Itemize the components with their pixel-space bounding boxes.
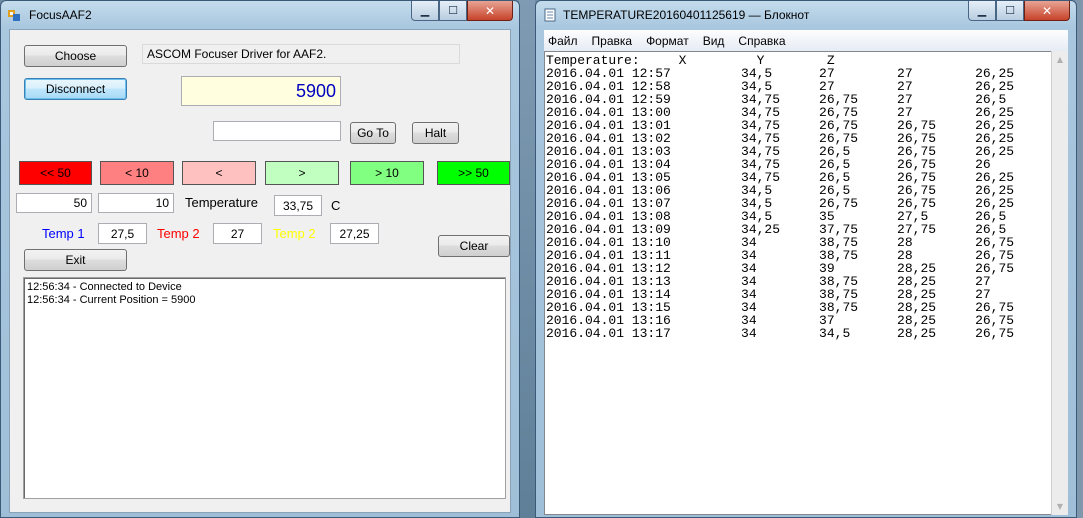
minimize-button[interactable]: ▁ — [968, 1, 996, 21]
focus-aaf2-window: FocusAAF2 ▁ ☐ ✕ Choose ASCOM Focuser Dri… — [0, 0, 520, 518]
goto-button[interactable]: Go To — [350, 122, 396, 144]
temperature-unit: C — [331, 198, 341, 213]
goto-input[interactable] — [213, 121, 341, 141]
temp1-value: 27,5 — [98, 223, 147, 244]
maximize-icon: ☐ — [1005, 4, 1015, 17]
temperature-label: Temperature — [185, 195, 258, 210]
text-content: Temperature: X Y Z 2016.04.01 12:57 34,5 … — [546, 54, 1014, 340]
log-textbox[interactable]: 12:56:34 - Connected to Device 12:56:34 … — [23, 277, 506, 499]
step-big-input[interactable]: 50 — [16, 193, 92, 213]
vertical-scrollbar[interactable]: ▲ ▼ — [1051, 51, 1068, 515]
temp2-label: Temp 2 — [157, 226, 200, 241]
exit-button[interactable]: Exit — [24, 249, 127, 271]
close-icon: ✕ — [484, 3, 496, 18]
notepad-icon — [544, 8, 556, 22]
close-button[interactable]: ✕ — [467, 1, 513, 21]
maximize-button[interactable]: ☐ — [439, 1, 467, 21]
title-bar[interactable]: FocusAAF2 ▁ ☐ ✕ — [1, 1, 519, 29]
clear-button[interactable]: Clear — [438, 235, 510, 257]
move-out-50-button[interactable]: >> 50 — [437, 161, 510, 185]
menu-format[interactable]: Формат — [646, 34, 689, 48]
menu-view[interactable]: Вид — [703, 34, 725, 48]
title-bar[interactable]: TEMPERATURE20160401125619 — Блокнот ▁ ☐ … — [536, 1, 1076, 29]
move-out-1-button[interactable]: > — [265, 161, 339, 185]
temperature-value: 33,75 — [274, 195, 322, 216]
move-in-50-button[interactable]: << 50 — [19, 161, 92, 185]
temp3-label: Temp 2 — [273, 226, 316, 241]
menu-bar: Файл Правка Формат Вид Справка — [544, 30, 1068, 51]
temp1-label: Temp 1 — [42, 226, 85, 241]
log-line: 12:56:34 - Connected to Device — [27, 281, 182, 293]
step-small-input[interactable]: 10 — [98, 193, 174, 213]
minimize-icon: ▁ — [977, 4, 987, 17]
app-icon — [8, 10, 20, 21]
menu-file[interactable]: Файл — [548, 34, 578, 48]
position-display: 5900 — [181, 76, 341, 106]
close-icon: ✕ — [1041, 3, 1053, 18]
choose-button[interactable]: Choose — [24, 45, 127, 67]
window-title: TEMPERATURE20160401125619 — Блокнот — [563, 8, 810, 22]
temp2-value: 27 — [213, 223, 262, 244]
disconnect-button[interactable]: Disconnect — [24, 78, 127, 100]
driver-name-field: ASCOM Focuser Driver for AAF2. — [142, 44, 460, 64]
menu-help[interactable]: Справка — [738, 34, 785, 48]
close-button[interactable]: ✕ — [1024, 1, 1070, 21]
log-line: 12:56:34 - Current Position = 5900 — [27, 294, 196, 306]
client-area: Choose ASCOM Focuser Driver for AAF2. Di… — [9, 29, 511, 513]
halt-button[interactable]: Halt — [412, 122, 459, 144]
minimize-button[interactable]: ▁ — [411, 1, 439, 21]
maximize-button[interactable]: ☐ — [996, 1, 1024, 21]
text-editor[interactable]: Temperature: X Y Z 2016.04.01 12:57 34,5 … — [544, 51, 1052, 515]
move-in-10-button[interactable]: < 10 — [100, 161, 174, 185]
text-line: 2016.04.01 13:17 34 34,5 28,25 26,75 — [546, 326, 1015, 341]
move-in-1-button[interactable]: < — [182, 161, 256, 185]
menu-edit[interactable]: Правка — [592, 34, 633, 48]
maximize-icon: ☐ — [448, 4, 458, 17]
desktop-background — [519, 0, 535, 518]
caption-buttons: ▁ ☐ ✕ — [411, 1, 513, 21]
scroll-up-arrow-icon[interactable]: ▲ — [1052, 51, 1068, 68]
scroll-down-arrow-icon[interactable]: ▼ — [1052, 498, 1068, 515]
move-out-10-button[interactable]: > 10 — [350, 161, 424, 185]
minimize-icon: ▁ — [420, 4, 430, 17]
caption-buttons: ▁ ☐ ✕ — [968, 1, 1070, 21]
temp3-value: 27,25 — [330, 223, 379, 244]
window-title: FocusAAF2 — [29, 8, 92, 22]
notepad-window: TEMPERATURE20160401125619 — Блокнот ▁ ☐ … — [535, 0, 1077, 518]
